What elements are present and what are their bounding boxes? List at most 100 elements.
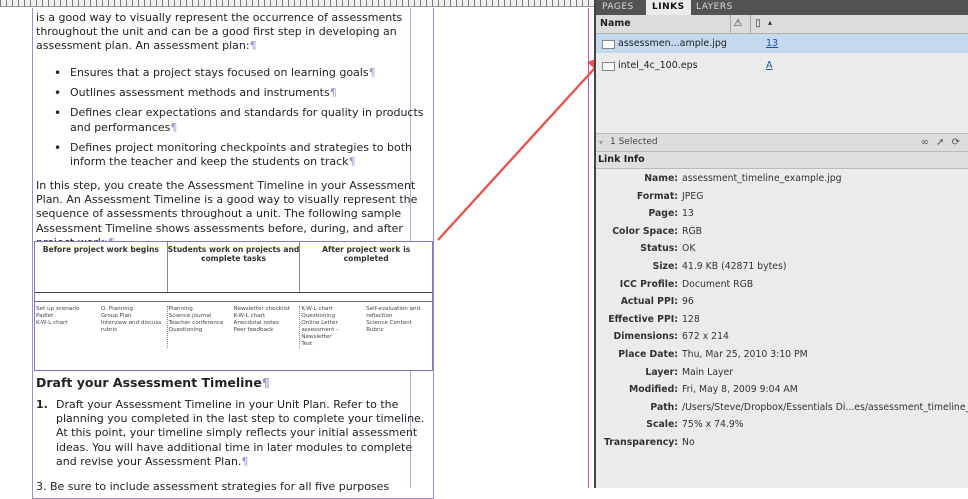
pilcrow-mark: ¶: [249, 39, 257, 53]
bullet-item: Defines clear expectations and standards…: [54, 106, 424, 134]
timeline-item: Self-evaluation and reflection: [366, 306, 421, 319]
info-row: Page: 13: [596, 205, 968, 223]
info-value: Main Layer: [682, 366, 734, 378]
timeline-item: Online Letter assessment – Newsletter: [301, 320, 340, 340]
name-column-header[interactable]: Name: [600, 18, 631, 29]
info-key: Place Date:: [618, 348, 678, 360]
info-value: 13: [682, 208, 694, 220]
bullet-item: Outlines assessment methods and instrume…: [54, 86, 424, 100]
timeline-item: K-W-L chart: [233, 313, 266, 319]
tab-layers[interactable]: LAYERS: [696, 0, 733, 15]
bullet-text: Ensures that a project stays focused on …: [70, 66, 369, 79]
timeline-item: K-W-L chart: [301, 306, 333, 312]
timeline-item: Questioning: [301, 313, 336, 319]
info-value: 41.9 KB (42871 bytes): [682, 260, 787, 272]
timeline-subcolumn: Newsletter checklist K-W-L chart Anecdot…: [234, 306, 299, 348]
link-action-buttons: ∞ ➚ ⟳: [921, 134, 963, 151]
timeline-item: Science Content Rubric: [366, 320, 412, 333]
timeline-item: Newsletter checklist: [233, 306, 291, 312]
info-row: Color Space: RGB: [596, 223, 968, 241]
page-column-icon[interactable]: ▯: [750, 15, 765, 33]
info-value: Fri, May 8, 2009 9:04 AM: [682, 384, 798, 396]
info-key: Layer:: [645, 366, 678, 378]
info-key: Transparency:: [603, 436, 678, 448]
timeline-item: Padlet: [36, 313, 54, 319]
timeline-item: Test: [301, 341, 313, 347]
bullet-item: Ensures that a project stays focused on …: [54, 66, 424, 80]
expand-triangle-icon[interactable]: ▾: [599, 134, 603, 151]
step-3-item[interactable]: 3. Be sure to include assessment strateg…: [36, 480, 431, 494]
timeline-item: Q. Planning: [100, 306, 133, 312]
links-column-header: Name ⚠ ▯ ▴: [596, 15, 968, 34]
info-row: ICC Profile: Document RGB: [596, 276, 968, 294]
info-row: Place Date: Thu, Mar 25, 2010 3:10 PM: [596, 346, 968, 364]
panel-tab-bar: PAGES LINKS LAYERS: [596, 0, 968, 15]
info-key: Name:: [644, 173, 678, 184]
draft-heading[interactable]: Draft your Assessment Timeline¶: [36, 375, 270, 390]
timeline-column: K-W-L chart Questioning Online Letter as…: [300, 306, 432, 348]
info-key: Size:: [652, 260, 678, 272]
bullet-item: Defines project monitoring checkpoints a…: [54, 141, 424, 169]
info-value: /Users/Steve/Dropbox/Essentials Di...es/…: [682, 401, 968, 413]
info-value: JPEG: [682, 190, 704, 202]
timeline-item: Interview and discuss rubric: [100, 320, 162, 333]
timeline-header-cell: After project work is completed: [322, 245, 411, 263]
step-3-text: 3. Be sure to include assessment strateg…: [36, 480, 390, 493]
link-page[interactable]: 13: [766, 34, 778, 53]
info-row: Transparency: No: [596, 434, 968, 452]
draft-heading-text: Draft your Assessment Timeline: [36, 375, 262, 390]
bullet-text: Defines project monitoring checkpoints a…: [70, 140, 412, 169]
timeline-column: Planning Science journal Teacher confere…: [168, 306, 301, 348]
tab-pages[interactable]: PAGES: [602, 0, 634, 15]
info-row: Dimensions: 672 x 214: [596, 328, 968, 346]
timeline-subcolumn: Q. Planning Group Plan Interview and dis…: [101, 306, 166, 348]
link-page[interactable]: A: [766, 56, 773, 75]
relink-icon[interactable]: ∞: [921, 137, 931, 148]
timeline-item: Group Plan: [100, 313, 132, 319]
info-value: Thu, Mar 25, 2010 3:10 PM: [682, 348, 808, 360]
timeline-subcolumn: Set up scenario Padlet K-W-L chart: [36, 306, 101, 348]
timeline-subcolumn: Self-evaluation and reflection Science C…: [366, 306, 431, 348]
assessment-plan-bullets[interactable]: Ensures that a project stays focused on …: [54, 66, 424, 175]
timeline-paragraph-text: In this step, you create the Assessment …: [36, 179, 418, 249]
timeline-column: Set up scenario Padlet K-W-L chart Q. Pl…: [35, 306, 168, 348]
timeline-header-cell: Students work on projects and complete t…: [168, 242, 301, 292]
links-status-bar: ▾ 1 Selected ∞ ➚ ⟳: [596, 133, 968, 152]
info-key: Format:: [636, 190, 678, 202]
link-info-header[interactable]: Link Info: [596, 152, 968, 169]
link-row[interactable]: assessmen...ample.jpg 13: [596, 34, 968, 53]
timeline-item: Anecdotal notes: [233, 320, 279, 326]
step-1-item[interactable]: 1. Draft your Assessment Timeline in you…: [36, 398, 431, 469]
info-row: Size: 41.9 KB (42871 bytes): [596, 258, 968, 276]
info-key: Effective PPI:: [608, 313, 678, 325]
info-key: Dimensions:: [613, 331, 679, 343]
update-link-icon[interactable]: ⟳: [952, 137, 962, 148]
go-to-link-icon[interactable]: ➚: [936, 137, 946, 148]
link-row[interactable]: intel_4c_100.eps A: [596, 56, 968, 75]
info-value: 128: [682, 313, 700, 325]
info-value: RGB: [682, 225, 703, 237]
info-key: Status:: [640, 243, 678, 255]
link-name: assessmen...ample.jpg: [618, 38, 727, 49]
timeline-body: Set up scenario Padlet K-W-L chart Q. Pl…: [35, 302, 432, 348]
links-panel[interactable]: PAGES LINKS LAYERS Name ⚠ ▯ ▴ assessmen.…: [594, 0, 968, 488]
status-column-icon[interactable]: ⚠: [730, 15, 745, 33]
placed-timeline-image[interactable]: Before project work begins Students work…: [34, 241, 433, 371]
info-value: No: [682, 436, 695, 448]
timeline-item: Science journal: [168, 313, 212, 319]
bullet-text: Outlines assessment methods and instrume…: [70, 86, 330, 100]
info-key: Page:: [648, 208, 678, 220]
pilcrow-mark: ¶: [368, 66, 376, 79]
tab-links[interactable]: LINKS: [646, 0, 691, 15]
info-key: ICC Profile:: [619, 278, 678, 290]
info-row: Modified: Fri, May 8, 2009 9:04 AM: [596, 381, 968, 399]
timeline-paragraph[interactable]: In this step, you create the Assessment …: [36, 179, 434, 250]
step-number: 1.: [36, 398, 48, 411]
intro-paragraph[interactable]: is a good way to visually represent the …: [36, 11, 436, 54]
info-key: Modified:: [628, 384, 678, 396]
timeline-header-cell: Before project work begins: [35, 242, 168, 292]
timeline-axis: [35, 293, 432, 302]
info-row: Status: OK: [596, 240, 968, 258]
info-value: OK: [682, 243, 696, 255]
info-value: 96: [682, 296, 694, 308]
